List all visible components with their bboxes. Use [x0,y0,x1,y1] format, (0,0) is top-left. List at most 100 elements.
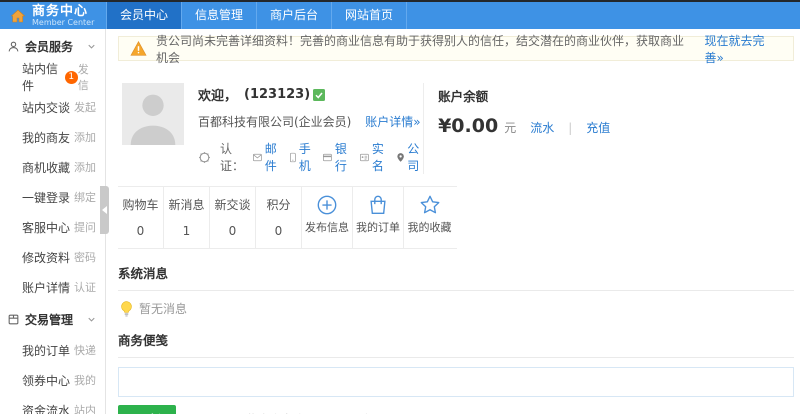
logo-subtitle: Member Center [32,17,95,27]
collapse-left-arrow-icon [102,206,107,214]
package-icon [7,313,20,326]
certification-badge-icon [198,151,211,164]
sidebar-item-action[interactable]: 密码 [74,249,96,265]
sidebar-item-label: 修改资料 [22,250,71,265]
sidebar-item-action[interactable]: 我的 [74,372,96,388]
app-logo[interactable]: 商务中心 Member Center [0,2,106,29]
sidebar-item-support[interactable]: 客服中心 提问 [0,212,105,242]
update-button[interactable]: 更 新 [118,405,177,414]
system-messages-empty: 暂无消息 [118,291,794,325]
verified-check-icon [313,88,326,101]
sidebar-collapse-handle[interactable] [100,186,109,234]
memo-textarea[interactable] [118,367,794,397]
company-pin-icon-label: 公司 [407,142,420,173]
stat-cart[interactable]: 购物车 0 [118,187,164,248]
sidebar-item-chat[interactable]: 站内交谈 发起 [0,92,105,122]
stat-value: 0 [228,224,237,238]
stat-new-chats[interactable]: 新交谈 0 [210,187,256,248]
cert-phone-link[interactable]: 手机 [290,140,314,174]
star-icon [419,194,441,216]
link-separator: | [568,121,573,135]
company-name: 百都科技有限公司(企业会员) [198,115,352,129]
sidebar-item-action[interactable]: 站内 [74,402,96,414]
mail-icon-label: 邮件 [264,142,277,173]
cert-company-link[interactable]: 公司 [397,140,423,174]
stat-value: 0 [136,224,145,238]
sidebar-item-action[interactable]: 添加 [74,159,96,175]
profile-info: 欢迎， (123123) 百都科技有限公司(企业会员) 账户详情» 认证： 邮件… [198,83,423,174]
sidebar-item-action[interactable]: 快递 [74,342,96,358]
balance-title: 账户余额 [438,89,489,104]
id-card-icon-label: 实名 [371,142,384,173]
sidebar-item-account-detail[interactable]: 账户详情 认证 [0,272,105,302]
stat-label: 积分 [266,198,291,212]
tab-site-home[interactable]: 网站首页 [331,2,408,29]
balance-unit: 元 [504,121,517,135]
sidebar-item-fund-flow[interactable]: 资金流水 站内 [0,395,105,414]
tab-member-center[interactable]: 会员中心 [106,2,182,29]
sidebar-item-mail[interactable]: 站内信件 1 发信 [0,61,105,93]
main-nav: 会员中心 信息管理 商户后台 网站首页 [106,2,408,29]
avatar[interactable] [122,83,184,145]
balance-amount: ¥0.00 [438,115,499,137]
sidebar-item-action[interactable]: 发起 [74,99,96,115]
sidebar-item-action[interactable]: 添加 [74,129,96,145]
sidebar-item-action[interactable]: 提问 [74,219,96,235]
sidebar-item-partners[interactable]: 我的商友 添加 [0,122,105,152]
sidebar-section-member-services[interactable]: 会员服务 [0,29,105,62]
stat-new-messages[interactable]: 新消息 1 [164,187,210,248]
cert-email-link[interactable]: 邮件 [253,140,281,174]
sidebar-item-one-key-login[interactable]: 一键登录 绑定 [0,182,105,212]
stat-value: 0 [274,224,283,238]
sidebar-item-favorites-biz[interactable]: 商机收藏 添加 [0,152,105,182]
my-favorites-button[interactable]: 我的收藏 [404,187,455,248]
bulb-icon [120,300,133,317]
stat-label: 购物车 [122,198,159,212]
sidebar-section-title: 会员服务 [25,40,74,54]
sidebar-item-action[interactable]: 发信 [78,61,96,93]
flow-link[interactable]: 流水 [530,119,554,136]
username: (123123) [244,87,311,102]
sidebar-item-orders[interactable]: 我的订单 快递 [0,335,105,365]
sidebar-item-label: 领券中心 [22,373,71,388]
welcome-line: 欢迎， (123123) [198,85,423,104]
tab-merchant-backend[interactable]: 商户后台 [256,2,331,29]
bank-card-icon-label: 银行 [334,142,347,173]
sidebar-item-label: 账户详情 [22,280,71,295]
account-balance-panel: 账户余额 ¥0.00 元 流水 | 充值 [423,83,792,174]
sidebar-item-label: 站内交谈 [22,100,71,115]
recharge-link[interactable]: 充值 [586,119,610,136]
sidebar-item-label: 我的商友 [22,130,71,145]
complete-profile-link[interactable]: 现在就去完善» [704,32,782,66]
chevron-down-icon[interactable] [86,314,97,325]
sidebar-section-trade-management[interactable]: 交易管理 [0,302,105,335]
sidebar-item-coupons[interactable]: 领券中心 我的 [0,365,105,395]
stat-label: 新交谈 [214,198,251,212]
logo-title: 商务中心 [32,3,89,19]
account-detail-link[interactable]: 账户详情» [365,115,420,129]
sidebar-section-title: 交易管理 [25,313,74,327]
shortcut-label: 我的收藏 [407,221,452,234]
unread-badge: 1 [64,70,78,84]
chevron-down-icon[interactable] [86,41,97,52]
shopping-bag-icon [367,194,389,216]
stats-bar: 购物车 0 新消息 1 新交谈 0 积分 0 发布信息 我的订单 我的收藏 [118,186,457,249]
cert-bank-link[interactable]: 银行 [323,140,351,174]
my-orders-button[interactable]: 我的订单 [353,187,404,248]
tab-info-management[interactable]: 信息管理 [181,2,256,29]
phone-icon-label: 手机 [298,142,311,173]
certification-label: 认证： [220,142,245,173]
sidebar-item-label: 客服中心 [22,220,71,235]
sidebar-item-label: 资金流水 [22,403,71,414]
shortcut-label: 我的订单 [356,221,400,234]
sidebar-item-action[interactable]: 认证 [74,279,96,295]
profile-section: 欢迎， (123123) 百都科技有限公司(企业会员) 账户详情» 认证： 邮件… [118,73,794,178]
member-center-page: 商务中心 Member Center 会员中心 信息管理 商户后台 网站首页 会… [0,0,800,414]
home-icon [10,8,26,24]
stat-points[interactable]: 积分 0 [256,187,302,248]
sidebar-item-action[interactable]: 绑定 [74,189,96,205]
sidebar-item-edit-profile[interactable]: 修改资料 密码 [0,242,105,272]
sidebar-item-label: 一键登录 [22,190,71,205]
cert-realname-link[interactable]: 实名 [360,140,388,174]
publish-info-button[interactable]: 发布信息 [302,187,353,248]
